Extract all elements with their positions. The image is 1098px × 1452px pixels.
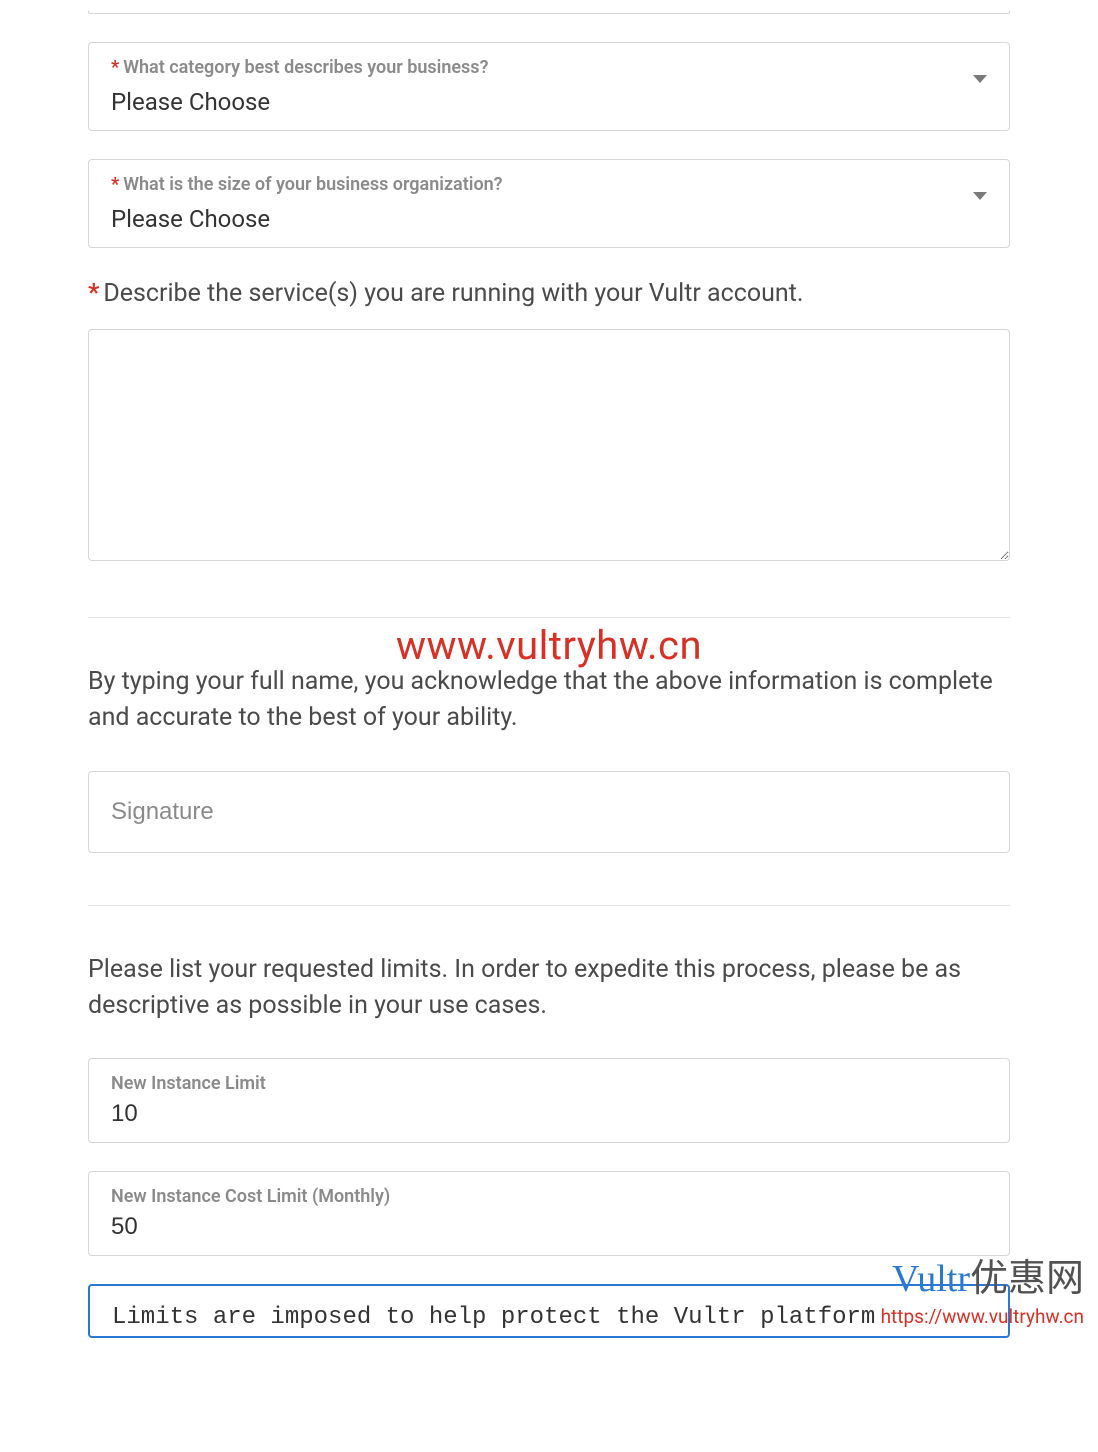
chevron-down-icon: [973, 192, 987, 200]
business-category-select[interactable]: *What category best describes your busin…: [88, 42, 1010, 131]
limits-note-text: Limits are imposed to help protect the V…: [112, 1304, 875, 1331]
divider: [88, 617, 1010, 618]
partial-field-top: [88, 10, 1010, 14]
cost-limit-label: New Instance Cost Limit (Monthly): [111, 1186, 987, 1207]
signature-field[interactable]: [88, 771, 1010, 853]
instance-limit-field[interactable]: New Instance Limit: [88, 1058, 1010, 1143]
instance-limit-input[interactable]: [111, 1100, 987, 1128]
business-category-label: *What category best describes your busin…: [111, 57, 987, 78]
cost-limit-input[interactable]: [111, 1213, 987, 1241]
divider: [88, 905, 1010, 906]
cost-limit-field[interactable]: New Instance Cost Limit (Monthly): [88, 1171, 1010, 1256]
business-category-value: Please Choose: [111, 88, 987, 116]
describe-services-label-text: Describe the service(s) you are running …: [103, 279, 803, 308]
describe-services-textarea[interactable]: [88, 329, 1010, 561]
chevron-down-icon: [973, 75, 987, 83]
required-star: *: [111, 174, 119, 195]
business-size-label-text: What is the size of your business organi…: [123, 174, 502, 195]
signature-input[interactable]: [111, 798, 987, 826]
instance-limit-label: New Instance Limit: [111, 1073, 987, 1094]
limits-intro-text: Please list your requested limits. In or…: [88, 952, 1010, 1025]
describe-services-label: *Describe the service(s) you are running…: [88, 276, 1010, 311]
limits-note-box[interactable]: Limits are imposed to help protect the V…: [88, 1284, 1010, 1338]
business-size-select[interactable]: *What is the size of your business organ…: [88, 159, 1010, 248]
acknowledge-text: By typing your full name, you acknowledg…: [88, 664, 1010, 737]
required-star: *: [88, 279, 99, 308]
business-category-label-text: What category best describes your busine…: [123, 57, 488, 78]
business-size-label: *What is the size of your business organ…: [111, 174, 987, 195]
business-size-value: Please Choose: [111, 205, 987, 233]
required-star: *: [111, 57, 119, 78]
